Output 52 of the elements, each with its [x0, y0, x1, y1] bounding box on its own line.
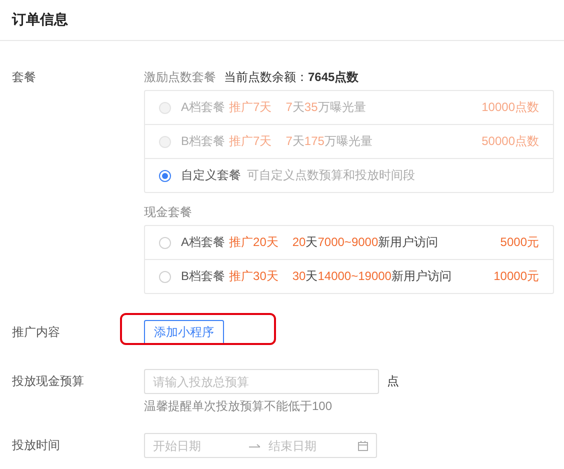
group-title: 现金套餐 — [144, 204, 193, 220]
promo-tag: 推广7天 — [229, 99, 272, 116]
field-label: 推广内容 — [12, 324, 61, 341]
description-text: 新用户访问 — [378, 235, 438, 249]
highlighted-figure: 7000~9000 — [318, 235, 378, 249]
page-title: 订单信息 — [12, 11, 68, 29]
package-price: 10000元 — [494, 268, 539, 285]
package-price: 10000点数 — [482, 99, 539, 116]
highlighted-figure: 35 — [304, 100, 318, 114]
add-mini-program-button[interactable]: 添加小程序 — [144, 320, 224, 345]
date-range-field[interactable]: 开始日期 结束日期 — [144, 433, 377, 458]
package-note: 可自定义点数预算和投放时间段 — [247, 167, 415, 184]
promo-tag: 推广30天 — [229, 268, 278, 285]
description-text: 天 — [292, 134, 304, 148]
highlighted-figure: 14000~19000 — [318, 269, 392, 283]
description-text: 天 — [306, 235, 318, 249]
radio-button[interactable] — [159, 236, 171, 248]
highlighted-figure: 7 — [286, 134, 292, 148]
radio-button[interactable] — [159, 270, 171, 282]
package-name: A档套餐 — [181, 234, 226, 251]
promo-tag: 推广7天 — [229, 133, 272, 150]
radio-button[interactable] — [159, 170, 171, 182]
package-price: 5000元 — [500, 234, 539, 251]
calendar-icon[interactable] — [358, 440, 368, 450]
group-title: 激励点数套餐 — [144, 69, 216, 85]
promo-tag: 推广20天 — [229, 234, 278, 251]
balance-label: 当前点数余额： — [224, 70, 308, 84]
description-text: 新用户访问 — [391, 269, 452, 283]
description-text: 天 — [306, 269, 318, 283]
highlighted-figure: 30 — [292, 269, 306, 283]
highlighted-figure: 7 — [286, 100, 292, 114]
description-text: 天 — [292, 100, 304, 114]
package-name: B档套餐 — [181, 133, 226, 150]
package-price: 50000点数 — [482, 133, 539, 150]
balance-value: 7645点数 — [308, 70, 359, 84]
package-option[interactable]: 自定义套餐 可自定义点数预算和投放时间段 — [145, 158, 553, 192]
package-name: B档套餐 — [181, 268, 226, 285]
highlighted-figure: 20 — [292, 235, 306, 249]
budget-input[interactable]: 请输入投放总预算 — [144, 369, 379, 394]
highlighted-figure: 175 — [304, 134, 324, 148]
unit-label: 点 — [387, 373, 399, 390]
package-option[interactable]: A档套餐 推广20天 20天7000~9000新用户访问 5000元 — [145, 226, 553, 259]
field-label: 投放现金预算 — [12, 373, 85, 390]
package-name: 自定义套餐 — [181, 167, 241, 184]
description-text: 万曝光量 — [318, 100, 366, 114]
field-label: 投放时间 — [12, 437, 61, 454]
description-text: 万曝光量 — [324, 134, 372, 148]
arrow-icon — [249, 442, 260, 448]
field-label: 套餐 — [12, 69, 37, 86]
package-option[interactable]: B档套餐 推广30天 30天14000~19000新用户访问 10000元 — [145, 259, 553, 293]
hint-text: 温馨提醒单次投放预算不能低于100 — [144, 398, 334, 415]
package-name: A档套餐 — [181, 99, 226, 116]
